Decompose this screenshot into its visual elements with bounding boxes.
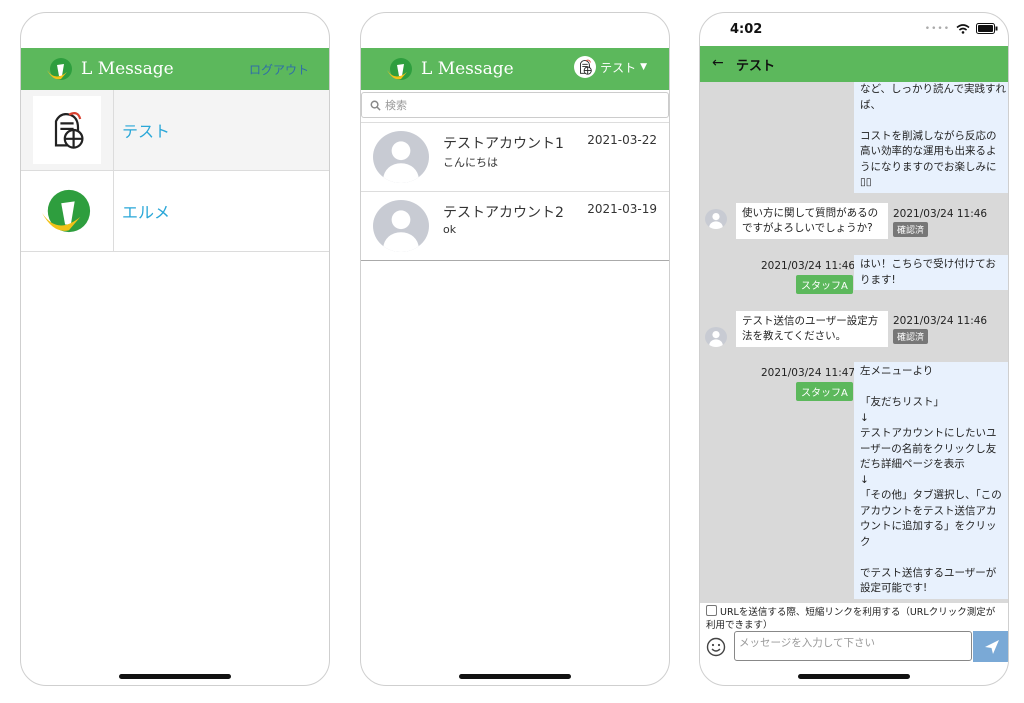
avatar xyxy=(373,131,429,183)
brand: L Message xyxy=(385,56,514,82)
search-placeholder: 検索 xyxy=(385,99,407,112)
message-input[interactable]: メッセージを入力して下さい xyxy=(734,631,972,661)
phone-chat-detail: 4:02 •••• ← テスト など、しっかり読んで実践すれば、 コストを削減し… xyxy=(699,12,1009,686)
send-button[interactable] xyxy=(973,631,1008,662)
knight-icon xyxy=(580,59,592,75)
staff-message-bubble: はい！こちらで受け付けております! xyxy=(854,255,1008,290)
chat-list: テストアカウント1 こんにちは 2021-03-22 テストアカウント2 ok … xyxy=(361,122,669,261)
send-icon xyxy=(984,639,999,654)
chat-date: 2021-03-22 xyxy=(587,133,657,147)
message-timestamp: 2021/03/24 11:46 xyxy=(761,260,856,272)
avatar xyxy=(705,209,727,229)
account-name: エルメ xyxy=(122,203,171,222)
message-timestamp: 2021/03/24 11:47 xyxy=(761,367,856,379)
phone-account-select: L Message ログアウト テスト エルメ xyxy=(20,12,330,686)
app-header: L Message テスト ▼ xyxy=(361,48,669,90)
chat-title: テスト xyxy=(736,59,776,74)
chat-list-item[interactable]: テストアカウント2 ok 2021-03-19 xyxy=(361,191,669,260)
brand-name: L Message xyxy=(81,59,174,79)
read-status-badge: 確認済 xyxy=(893,222,929,237)
person-icon xyxy=(709,331,723,347)
user-message-bubble: 使い方に関して質問があるのですがよろしいでしょうか? xyxy=(736,203,888,239)
chat-list-item[interactable]: テストアカウント1 こんにちは 2021-03-22 xyxy=(361,122,669,191)
chat-header: ← テスト xyxy=(700,46,1008,82)
avatar xyxy=(574,56,597,78)
avatar xyxy=(705,327,727,347)
account-item-test[interactable]: テスト xyxy=(21,90,329,171)
staff-message-bubble: 左メニューより 「友だちリスト」 ↓ テストアカウントにしたいユーザーの名前をク… xyxy=(854,362,1008,599)
account-name: テスト xyxy=(122,122,171,141)
l-message-logo-icon xyxy=(47,58,72,80)
home-indicator xyxy=(119,674,231,679)
message-composer: メッセージを入力して下さい xyxy=(700,631,1008,665)
back-arrow-icon[interactable]: ← xyxy=(712,55,724,71)
brand-name: L Message xyxy=(421,59,514,79)
short-link-label: URLを送信する際、短縮リンクを利用する（URLクリック測定が利用できます） xyxy=(706,607,996,631)
home-indicator xyxy=(798,674,910,679)
knight-icon xyxy=(54,112,84,149)
status-time: 4:02 xyxy=(730,22,763,37)
read-status-badge: 確認済 xyxy=(893,329,929,344)
staff-badge: スタッフA xyxy=(796,382,853,401)
avatar xyxy=(373,200,429,252)
app-header: L Message ログアウト xyxy=(21,48,329,90)
message-timestamp: 2021/03/24 11:46 xyxy=(893,208,988,220)
message-timestamp: 2021/03/24 11:46 xyxy=(893,315,988,327)
staff-badge: スタッフA xyxy=(796,275,853,294)
short-link-checkbox[interactable] xyxy=(706,605,717,616)
logout-link[interactable]: ログアウト xyxy=(249,61,309,78)
message-thread[interactable]: など、しっかり読んで実践すれば、 コストを削減しながら反応の高い効率的な運用も出… xyxy=(700,82,1008,603)
chat-name: テストアカウント2 xyxy=(443,205,564,221)
signal-icon: •••• xyxy=(924,23,950,34)
wifi-icon xyxy=(956,23,970,34)
battery-icon xyxy=(976,23,998,34)
search-icon xyxy=(370,100,381,111)
account-switcher-label: テスト xyxy=(600,60,637,75)
chevron-down-icon: ▼ xyxy=(640,62,647,72)
emoji-icon[interactable] xyxy=(706,637,726,657)
home-indicator xyxy=(459,674,571,679)
account-list: テスト エルメ xyxy=(21,90,329,252)
account-thumbnail xyxy=(21,171,114,251)
person-icon xyxy=(383,210,419,252)
person-icon xyxy=(383,141,419,183)
account-switcher[interactable]: テスト ▼ xyxy=(574,56,647,78)
person-icon xyxy=(709,213,723,229)
chat-last-message: ok xyxy=(443,223,457,236)
account-thumbnail xyxy=(21,90,114,170)
chat-date: 2021-03-19 xyxy=(587,202,657,216)
phone-chat-list: L Message テスト ▼ 検索 テストアカウント1 こんにちは 2021-… xyxy=(360,12,670,686)
staff-message-bubble: など、しっかり読んで実践すれば、 コストを削減しながら反応の高い効率的な運用も出… xyxy=(854,82,1008,193)
chat-name: テストアカウント1 xyxy=(443,136,564,152)
chat-last-message: こんにちは xyxy=(443,156,498,169)
status-bar: 4:02 •••• xyxy=(700,13,1008,45)
brand: L Message xyxy=(45,56,174,82)
short-link-option[interactable]: URLを送信する際、短縮リンクを利用する（URLクリック測定が利用できます） xyxy=(700,603,1008,631)
user-message-bubble: テスト送信のユーザー設定方法を教えてください。 xyxy=(736,311,888,347)
l-message-logo-icon xyxy=(387,58,412,80)
account-item-elme[interactable]: エルメ xyxy=(21,171,329,252)
search-input[interactable]: 検索 xyxy=(361,92,669,118)
l-message-logo-icon xyxy=(42,189,91,233)
message-input-placeholder: メッセージを入力して下さい xyxy=(739,637,875,649)
